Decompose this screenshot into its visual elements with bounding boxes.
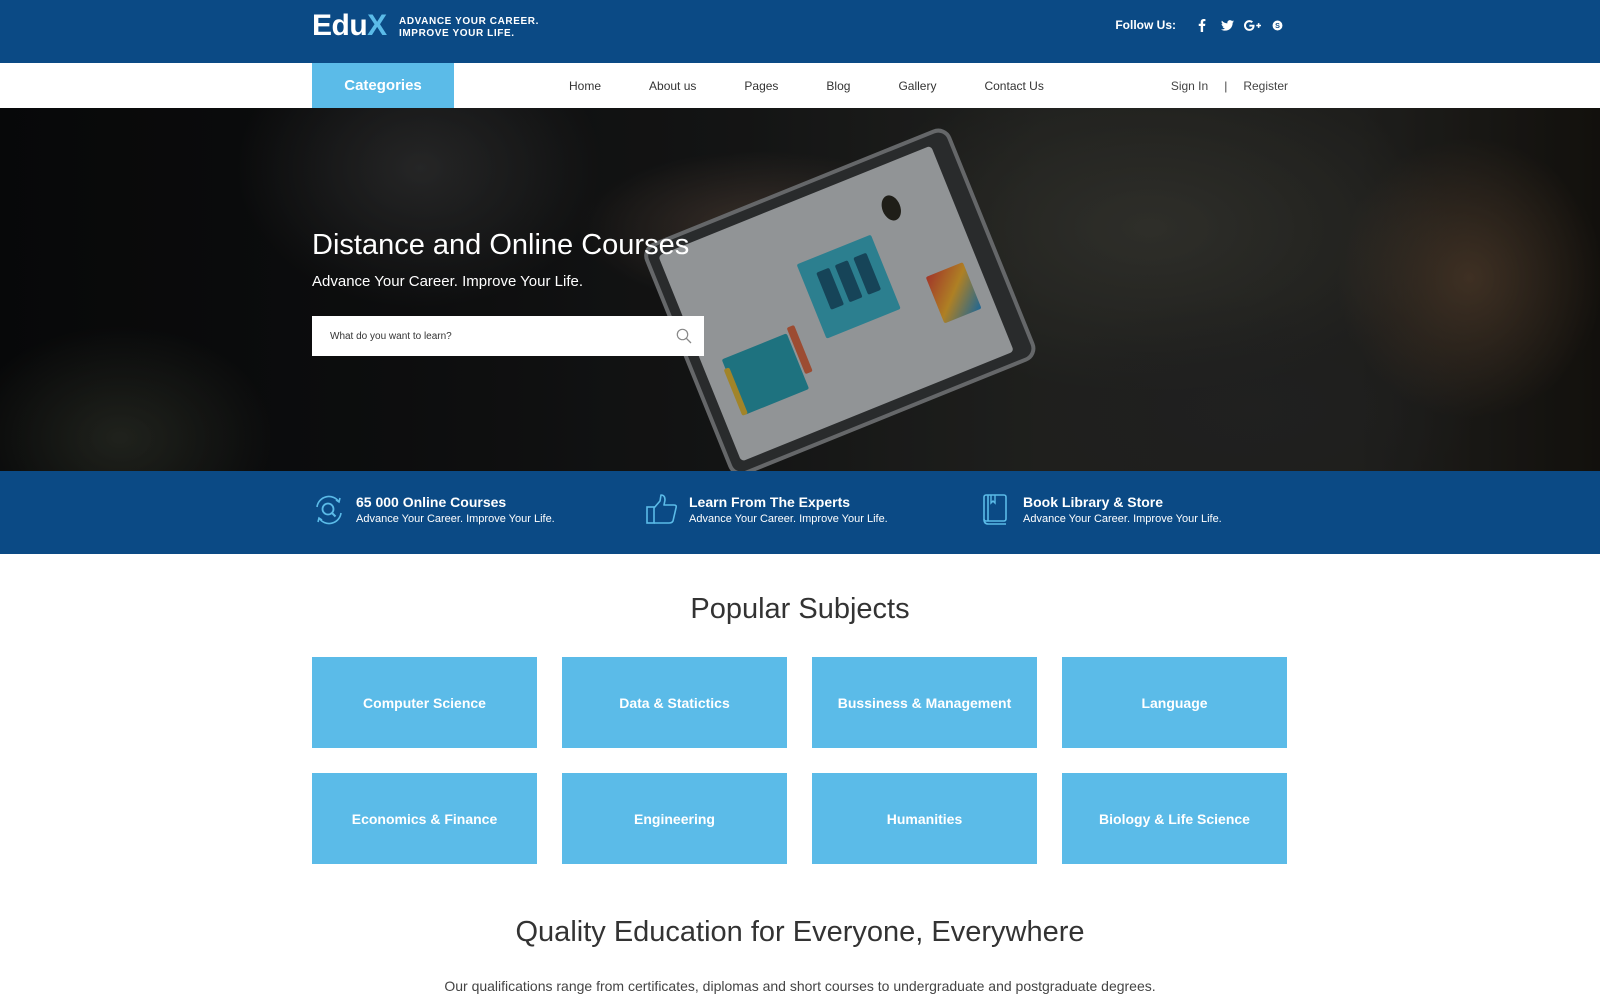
feature-book-library: Book Library & Store Advance Your Career… xyxy=(979,493,1222,527)
tagline: ADVANCE YOUR CAREER. IMPROVE YOUR LIFE. xyxy=(399,16,539,40)
feature-title: 65 000 Online Courses xyxy=(356,494,507,510)
feature-subtitle: Advance Your Career. Improve Your Life. xyxy=(356,513,555,525)
subject-humanities[interactable]: Humanities xyxy=(812,773,1037,864)
auth-links: Sign In | Register xyxy=(1171,63,1288,108)
sign-in-link[interactable]: Sign In xyxy=(1171,79,1208,93)
auth-separator: | xyxy=(1224,78,1228,93)
subject-language[interactable]: Language xyxy=(1062,657,1287,748)
subject-business-management[interactable]: Bussiness & Management xyxy=(812,657,1037,748)
nav-links: Home About us Pages Blog Gallery Contact… xyxy=(569,63,1092,108)
subject-biology-life-science[interactable]: Biology & Life Science xyxy=(1062,773,1287,864)
nav-home[interactable]: Home xyxy=(569,79,601,93)
facebook-icon[interactable] xyxy=(1191,17,1213,33)
feature-online-courses: 65 000 Online Courses Advance Your Caree… xyxy=(312,493,555,527)
thumbs-up-icon xyxy=(646,494,678,524)
subject-data-statistics[interactable]: Data & Statictics xyxy=(562,657,787,748)
svg-text:S: S xyxy=(1275,21,1280,29)
tagline-line-1: ADVANCE YOUR CAREER. xyxy=(399,16,539,27)
course-search-input[interactable] xyxy=(312,316,664,356)
nav-contact-us[interactable]: Contact Us xyxy=(984,79,1043,93)
categories-button[interactable]: Categories xyxy=(312,63,454,108)
features-strip: 65 000 Online Courses Advance Your Caree… xyxy=(0,471,1600,554)
main-navbar: Categories Home About us Pages Blog Gall… xyxy=(0,63,1600,108)
book-icon xyxy=(983,494,1007,525)
twitter-icon[interactable] xyxy=(1216,17,1238,33)
google-plus-icon[interactable] xyxy=(1241,17,1263,33)
social-links: Follow Us: S xyxy=(1115,17,1288,33)
popular-subjects-title: Popular Subjects xyxy=(690,593,910,625)
search-refresh-icon xyxy=(316,495,342,525)
search-icon xyxy=(676,328,692,344)
quality-education-description: Our qualifications range from certificat… xyxy=(444,978,1156,994)
feature-subtitle: Advance Your Career. Improve Your Life. xyxy=(689,513,888,525)
hero-title: Distance and Online Courses xyxy=(312,229,690,261)
nav-pages[interactable]: Pages xyxy=(744,79,778,93)
hero-banner: Distance and Online Courses Advance Your… xyxy=(0,108,1600,471)
subject-engineering[interactable]: Engineering xyxy=(562,773,787,864)
follow-us-label: Follow Us: xyxy=(1115,18,1176,32)
logo-main: Edu xyxy=(312,9,368,42)
nav-gallery[interactable]: Gallery xyxy=(898,79,936,93)
feature-subtitle: Advance Your Career. Improve Your Life. xyxy=(1023,513,1222,525)
top-bar: EduX ADVANCE YOUR CAREER. IMPROVE YOUR L… xyxy=(0,0,1600,63)
search-button[interactable] xyxy=(664,316,704,356)
tagline-line-2: IMPROVE YOUR LIFE. xyxy=(399,28,515,39)
feature-experts: Learn From The Experts Advance Your Care… xyxy=(645,493,888,527)
register-link[interactable]: Register xyxy=(1243,79,1288,93)
nav-about-us[interactable]: About us xyxy=(649,79,696,93)
subjects-grid: Computer Science Data & Statictics Bussi… xyxy=(312,657,1288,864)
skype-icon[interactable]: S xyxy=(1266,17,1288,33)
hero-subtitle: Advance Your Career. Improve Your Life. xyxy=(312,273,584,290)
quality-education-title: Quality Education for Everyone, Everywhe… xyxy=(515,916,1085,948)
feature-title: Learn From The Experts xyxy=(689,494,851,510)
course-search-box xyxy=(312,316,704,356)
logo[interactable]: EduX xyxy=(312,10,387,42)
subject-economics-finance[interactable]: Economics & Finance xyxy=(312,773,537,864)
subject-computer-science[interactable]: Computer Science xyxy=(312,657,537,748)
feature-title: Book Library & Store xyxy=(1023,494,1164,510)
logo-accent: X xyxy=(367,9,387,42)
nav-blog[interactable]: Blog xyxy=(826,79,850,93)
